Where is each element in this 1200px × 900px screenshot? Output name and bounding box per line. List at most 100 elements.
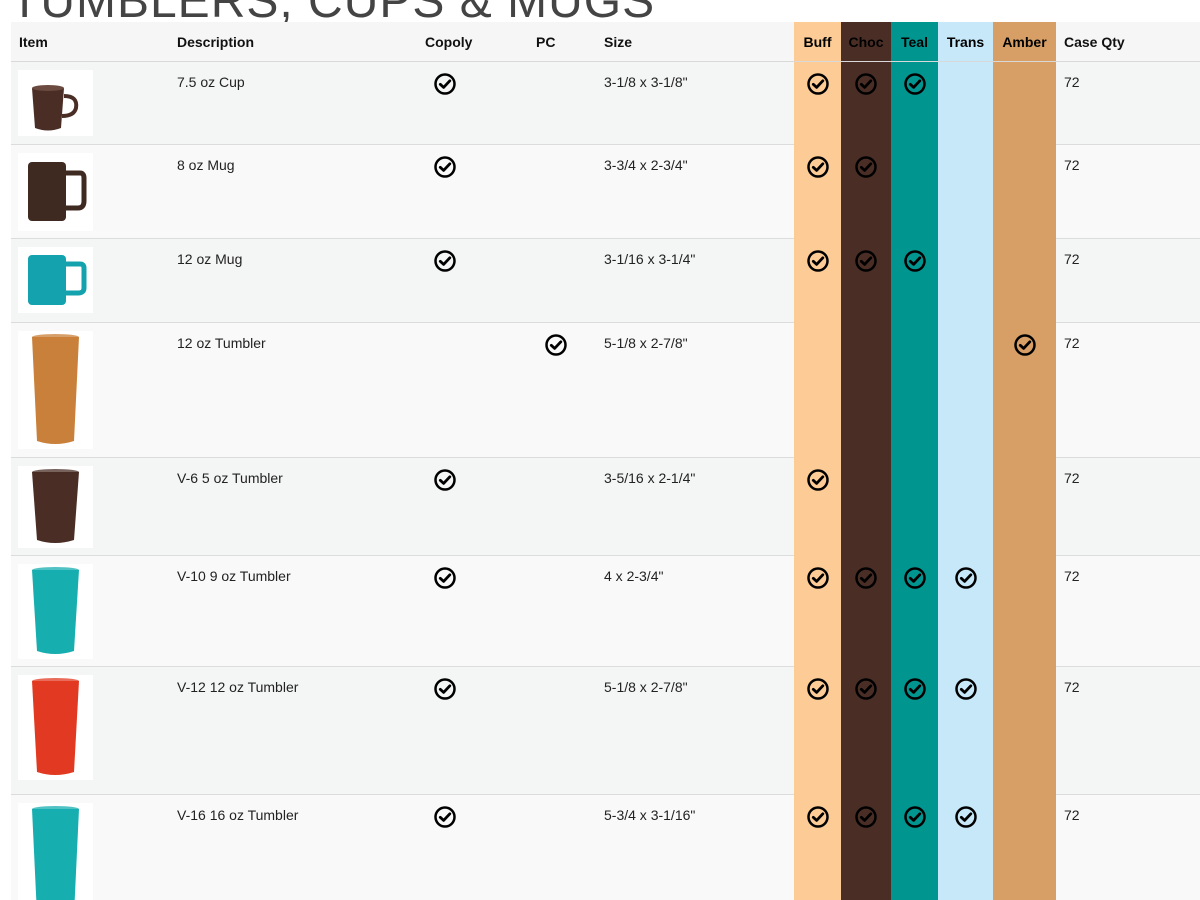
teal-cell bbox=[891, 238, 938, 323]
size-text: 3-1/16 x 3-1/4" bbox=[604, 251, 696, 267]
check-circle-icon bbox=[433, 677, 457, 701]
trans-cell bbox=[938, 457, 993, 556]
buff-cell bbox=[794, 794, 841, 900]
description-text: V-12 12 oz Tumbler bbox=[177, 679, 299, 695]
header-size[interactable]: Size bbox=[596, 22, 794, 62]
header-case-qty[interactable]: Case Qty bbox=[1056, 22, 1200, 62]
pc-cell bbox=[528, 238, 596, 323]
teal-mug-image[interactable] bbox=[18, 247, 93, 313]
amber-cell bbox=[993, 61, 1056, 145]
check-circle-icon bbox=[433, 566, 457, 590]
copoly-cell bbox=[417, 666, 528, 795]
check-circle-icon bbox=[806, 566, 830, 590]
amber-cell bbox=[993, 794, 1056, 900]
trans-cell bbox=[938, 555, 993, 667]
case-qty-cell: 72 bbox=[1056, 457, 1200, 556]
item-cell bbox=[11, 61, 169, 145]
description-text: V-10 9 oz Tumbler bbox=[177, 568, 291, 584]
check-circle-icon bbox=[903, 805, 927, 829]
copoly-cell bbox=[417, 457, 528, 556]
item-cell bbox=[11, 322, 169, 458]
item-cell bbox=[11, 457, 169, 556]
description-cell: V-12 12 oz Tumbler bbox=[169, 666, 417, 795]
trans-cell bbox=[938, 144, 993, 239]
case-qty-cell: 72 bbox=[1056, 238, 1200, 323]
table-row[interactable]: 12 oz Mug 3-1/16 x 3-1/4" 72 bbox=[11, 238, 1200, 323]
case-qty-text: 72 bbox=[1064, 157, 1080, 173]
header-teal[interactable]: Teal bbox=[891, 22, 938, 62]
amber-tumbler-image[interactable] bbox=[18, 331, 93, 449]
teal-tumbler-image[interactable] bbox=[18, 564, 93, 659]
size-cell: 3-1/16 x 3-1/4" bbox=[596, 238, 794, 323]
teal-cell bbox=[891, 144, 938, 239]
pc-cell bbox=[528, 61, 596, 145]
table-row[interactable]: 8 oz Mug 3-3/4 x 2-3/4" 72 bbox=[11, 144, 1200, 239]
trans-cell bbox=[938, 322, 993, 458]
amber-cell bbox=[993, 666, 1056, 795]
check-circle-icon bbox=[854, 677, 878, 701]
product-table: Item Description Copoly PC Size Buff Cho… bbox=[11, 22, 1200, 900]
header-item[interactable]: Item bbox=[11, 22, 169, 62]
case-qty-text: 72 bbox=[1064, 251, 1080, 267]
item-cell bbox=[11, 794, 169, 900]
check-circle-icon bbox=[903, 566, 927, 590]
header-trans[interactable]: Trans bbox=[938, 22, 993, 62]
check-circle-icon bbox=[1013, 333, 1037, 357]
description-cell: V-10 9 oz Tumbler bbox=[169, 555, 417, 667]
brown-mug-image[interactable] bbox=[18, 153, 93, 231]
choc-cell bbox=[841, 238, 891, 323]
pc-cell bbox=[528, 794, 596, 900]
amber-cell bbox=[993, 457, 1056, 556]
size-text: 5-1/8 x 2-7/8" bbox=[604, 335, 688, 351]
case-qty-cell: 72 bbox=[1056, 322, 1200, 458]
header-choc[interactable]: Choc bbox=[841, 22, 891, 62]
teal-cell bbox=[891, 555, 938, 667]
table-row[interactable]: V-10 9 oz Tumbler 4 x 2-3/4" 72 bbox=[11, 555, 1200, 667]
table-row[interactable]: 12 oz Tumbler 5-1/8 x 2-7/8" 72 bbox=[11, 322, 1200, 458]
check-circle-icon bbox=[433, 155, 457, 179]
copoly-cell bbox=[417, 61, 528, 145]
description-cell: 12 oz Tumbler bbox=[169, 322, 417, 458]
pc-cell bbox=[528, 322, 596, 458]
choc-cell bbox=[841, 555, 891, 667]
size-text: 3-1/8 x 3-1/8" bbox=[604, 74, 688, 90]
teal-cell bbox=[891, 457, 938, 556]
table-row[interactable]: V-6 5 oz Tumbler 3-5/16 x 2-1/4" 72 bbox=[11, 457, 1200, 556]
size-cell: 3-1/8 x 3-1/8" bbox=[596, 61, 794, 145]
table-row[interactable]: V-16 16 oz Tumbler 5-3/4 x 3-1/16" 72 bbox=[11, 794, 1200, 900]
brown-tumbler-image[interactable] bbox=[18, 466, 93, 548]
table-row[interactable]: 7.5 oz Cup 3-1/8 x 3-1/8" 72 bbox=[11, 61, 1200, 145]
check-circle-icon bbox=[954, 677, 978, 701]
check-circle-icon bbox=[903, 72, 927, 96]
size-text: 3-3/4 x 2-3/4" bbox=[604, 157, 688, 173]
header-pc[interactable]: PC bbox=[528, 22, 596, 62]
pc-cell bbox=[528, 666, 596, 795]
amber-cell bbox=[993, 555, 1056, 667]
header-copoly[interactable]: Copoly bbox=[417, 22, 528, 62]
table-row[interactable]: V-12 12 oz Tumbler 5-1/8 x 2-7/8" 72 bbox=[11, 666, 1200, 795]
check-circle-icon bbox=[806, 155, 830, 179]
copoly-cell bbox=[417, 322, 528, 458]
red-tumbler-image[interactable] bbox=[18, 675, 93, 780]
buff-cell bbox=[794, 144, 841, 239]
buff-cell bbox=[794, 457, 841, 556]
choc-cell bbox=[841, 794, 891, 900]
header-description[interactable]: Description bbox=[169, 22, 417, 62]
pc-cell bbox=[528, 457, 596, 556]
item-cell bbox=[11, 555, 169, 667]
item-cell bbox=[11, 666, 169, 795]
case-qty-cell: 72 bbox=[1056, 144, 1200, 239]
brown-cup-image[interactable] bbox=[18, 70, 93, 136]
header-amber[interactable]: Amber bbox=[993, 22, 1056, 62]
teal-cell bbox=[891, 666, 938, 795]
check-circle-icon bbox=[854, 155, 878, 179]
case-qty-text: 72 bbox=[1064, 568, 1080, 584]
check-circle-icon bbox=[806, 468, 830, 492]
teal-cell bbox=[891, 794, 938, 900]
pc-cell bbox=[528, 144, 596, 239]
trans-cell bbox=[938, 794, 993, 900]
description-cell: 12 oz Mug bbox=[169, 238, 417, 323]
teal-tall-tumbler-image[interactable] bbox=[18, 803, 93, 900]
choc-cell bbox=[841, 322, 891, 458]
header-buff[interactable]: Buff bbox=[794, 22, 841, 62]
